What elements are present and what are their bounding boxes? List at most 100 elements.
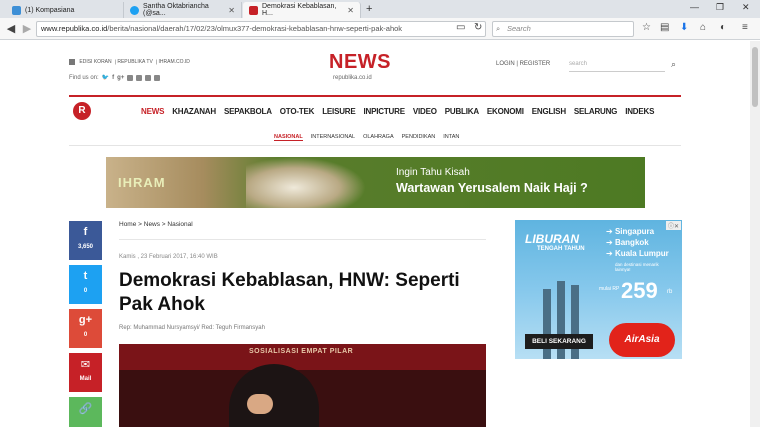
browser-search-input[interactable]: ⌕ Search (492, 21, 634, 37)
republika-favicon-icon (249, 5, 258, 15)
share-google-plus-button[interactable]: g+ 0 (69, 309, 102, 348)
login-link[interactable]: LOGIN (496, 61, 515, 67)
nav-publika[interactable]: PUBLIKA (445, 107, 479, 116)
subnav-pendidikan[interactable]: PENDIDIKAN (402, 134, 436, 141)
subnav-divider (69, 145, 681, 146)
close-tab-icon[interactable]: ✕ (347, 6, 354, 15)
scrollbar-thumb[interactable] (752, 47, 758, 107)
home-icon[interactable]: ⌂ (700, 22, 706, 33)
url-bar[interactable]: www.republika.co.id/berita/nasional/daer… (36, 21, 486, 37)
new-tab-button[interactable]: + (366, 3, 372, 15)
nav-ekonomi[interactable]: EKONOMI (487, 107, 524, 116)
header-divider (69, 95, 681, 97)
photo-speaker (229, 364, 319, 427)
auth-links: LOGIN | REGISTER (496, 61, 551, 67)
twitter-icon[interactable]: 🐦 (102, 74, 109, 81)
ad-price-label: mulai RP (599, 286, 620, 292)
share-link-button[interactable]: 🔗 (69, 397, 102, 427)
minimize-icon[interactable]: — (690, 2, 699, 12)
close-window-icon[interactable]: ✕ (742, 2, 750, 13)
back-icon[interactable]: ◀ (4, 22, 18, 36)
menu-icon[interactable]: ≡ (742, 22, 748, 33)
photo-banner-text: SOSIALISASI EMPAT PILAR (249, 348, 354, 355)
subnav-intan[interactable]: INTAN (443, 134, 459, 141)
twitter-favicon-icon (130, 5, 139, 15)
nav-oto-tek[interactable]: OTO-TEK (280, 107, 315, 116)
page-scrollbar[interactable] (750, 41, 760, 427)
banner-line1: Ingin Tahu Kisah (396, 167, 470, 178)
link-republika-tv[interactable]: REPUBLIKA TV (117, 59, 152, 65)
nav-leisure[interactable]: LEISURE (322, 107, 355, 116)
ad-title: LIBURAN (525, 232, 579, 246)
tab-title: (1) Kompasiana (25, 6, 75, 14)
article-photo[interactable]: SOSIALISASI EMPAT PILAR (119, 344, 486, 427)
link-edisi-koran[interactable]: EDISI KORAN (79, 59, 111, 65)
ihram-banner-ad[interactable]: IHRAM Ingin Tahu Kisah Wartawan Yerusale… (106, 157, 645, 208)
maximize-icon[interactable]: ❐ (716, 2, 724, 13)
share-mail-button[interactable]: ✉ Mail (69, 353, 102, 392)
article-date: Kamis , 23 Februari 2017, 16:40 WIB (119, 254, 218, 260)
nav-news[interactable]: NEWS (141, 107, 164, 116)
airasia-logo: AirAsia (609, 323, 675, 357)
airasia-ad[interactable]: ⓘ✕ LIBURAN TENGAH TAHUN ➔ Singapura ➔ Ba… (515, 220, 682, 359)
tab-twitter[interactable]: Santha Oktabriancha (@sa... ✕ (124, 2, 242, 18)
nav-english[interactable]: ENGLISH (532, 107, 566, 116)
instagram-icon[interactable] (127, 74, 134, 81)
link-ihram[interactable]: IHRAM.CO.ID (159, 59, 190, 65)
url-host: www.republika.co.id (41, 24, 108, 33)
newspaper-icon (69, 59, 75, 65)
breadcrumb[interactable]: Home > News > Nasional (119, 221, 193, 228)
ad-buy-now-button[interactable]: BELI SEKARANG (525, 334, 593, 349)
ad-price: 259 (621, 278, 658, 303)
browser-search-placeholder: Search (507, 24, 531, 33)
share-facebook-button[interactable]: f 3,650 (69, 221, 102, 260)
search-icon: ⌕ (496, 24, 501, 33)
browser-tab-bar: (1) Kompasiana Santha Oktabriancha (@sa.… (0, 0, 760, 18)
reload-icon[interactable]: ↻ (474, 22, 482, 33)
top-links: EDISI KORAN | REPUBLIKA TV | IHRAM.CO.ID (69, 59, 193, 65)
banner-logo: IHRAM (118, 175, 166, 190)
article-title: Demokrasi Kebablasan, HNW: Seperti Pak A… (119, 270, 460, 315)
subnav-internasional[interactable]: INTERNASIONAL (311, 134, 355, 141)
nav-sepakbola[interactable]: SEPAKBOLA (224, 107, 272, 116)
main-nav: NEWS KHAZANAH SEPAKBOLA OTO-TEK LEISURE … (141, 107, 654, 116)
bookmark-star-icon[interactable]: ☆ (642, 22, 651, 33)
share-twitter-button[interactable]: t 0 (69, 265, 102, 304)
nav-indeks[interactable]: INDEKS (625, 107, 654, 116)
breadcrumb-divider (119, 239, 486, 240)
site-logo-sub: republika.co.id (333, 75, 372, 81)
google-plus-icon[interactable]: g+ (117, 75, 124, 81)
subnav-olahraga[interactable]: OLAHRAGA (363, 134, 394, 141)
subnav-nasional[interactable]: NASIONAL (274, 134, 303, 141)
ad-close-icon[interactable]: ⓘ✕ (665, 221, 681, 230)
android-icon[interactable] (145, 74, 152, 81)
site-search-placeholder: search (569, 61, 588, 67)
search-icon[interactable]: ⌕ (671, 59, 676, 70)
close-tab-icon[interactable]: ✕ (228, 6, 235, 15)
apple-icon[interactable] (154, 74, 161, 81)
facebook-icon[interactable]: f (112, 75, 114, 81)
tab-kompasiana[interactable]: (1) Kompasiana (6, 2, 124, 18)
web-page: EDISI KORAN | REPUBLIKA TV | IHRAM.CO.ID F… (0, 41, 750, 427)
forward-icon[interactable]: ▶ (20, 22, 34, 36)
nav-video[interactable]: VIDEO (413, 107, 437, 116)
tab-republika[interactable]: Demokrasi Kebablasan, H... ✕ (243, 2, 361, 18)
pocket-icon[interactable]: ◐ (720, 22, 726, 33)
nav-inpicture[interactable]: INPICTURE (364, 107, 406, 116)
tab-title: Santha Oktabriancha (@sa... (143, 3, 209, 17)
reader-view-icon[interactable]: ▭ (456, 22, 465, 33)
download-icon[interactable]: ⬇ (680, 22, 688, 33)
twitter-icon: t (83, 270, 88, 282)
rss-icon[interactable] (136, 74, 143, 81)
nav-khazanah[interactable]: KHAZANAH (172, 107, 216, 116)
nav-selarung[interactable]: SELARUNG (574, 107, 617, 116)
register-link[interactable]: REGISTER (520, 61, 551, 67)
share-label: Mail (79, 376, 92, 382)
republika-r-logo-icon[interactable]: R (73, 102, 91, 120)
share-count: 0 (83, 332, 88, 338)
share-count: 3,650 (77, 244, 93, 250)
google-plus-icon: g+ (78, 314, 93, 326)
site-logo[interactable]: NEWS (329, 51, 391, 74)
reading-list-icon[interactable]: ▤ (660, 22, 669, 33)
site-search-input[interactable]: search (569, 61, 665, 72)
